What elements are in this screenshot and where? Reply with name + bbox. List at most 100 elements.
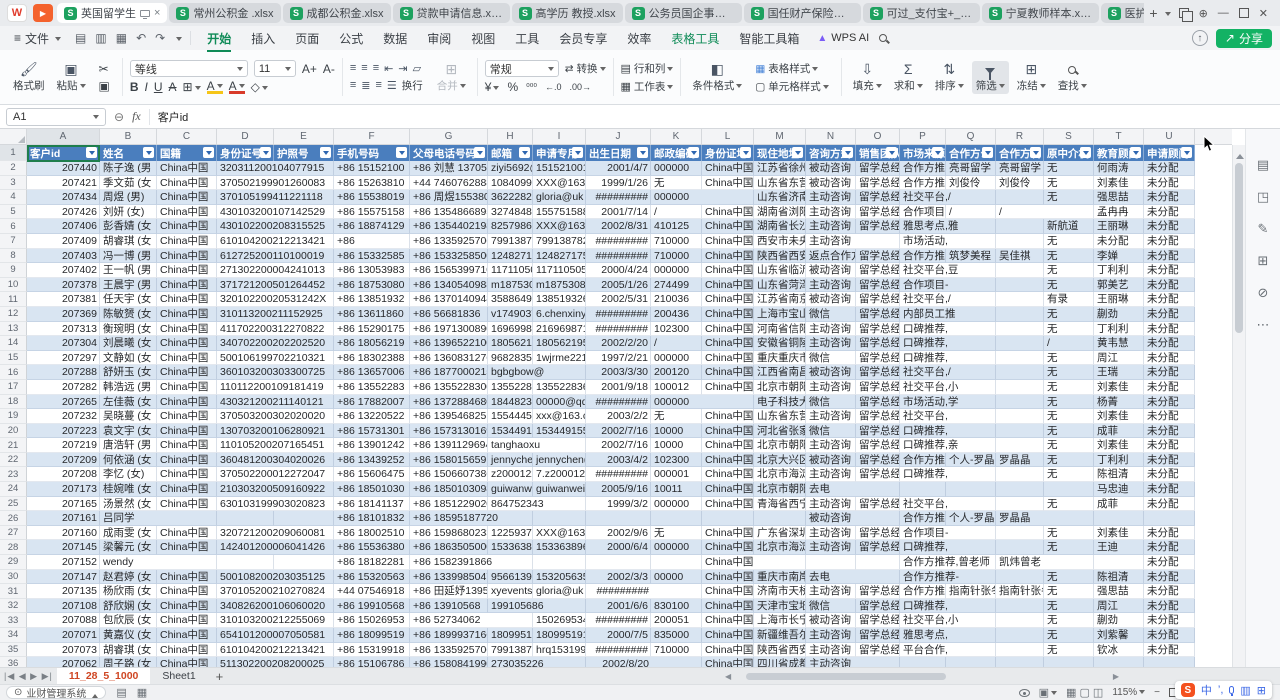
cell[interactable]: China中国 bbox=[157, 336, 217, 351]
cell[interactable]: China中国 bbox=[702, 497, 754, 512]
cell[interactable]: 无 bbox=[1044, 526, 1094, 541]
cell[interactable]: 社交平台, bbox=[900, 409, 946, 424]
cell[interactable] bbox=[856, 234, 900, 249]
filter-dropdown-icon[interactable] bbox=[740, 147, 751, 158]
cell[interactable] bbox=[946, 526, 996, 541]
cell[interactable]: +86 1971300890 bbox=[410, 322, 488, 337]
zoom-out-button[interactable]: − bbox=[1154, 687, 1160, 698]
filter-dropdown-icon[interactable] bbox=[886, 147, 897, 158]
cell[interactable]: China中国 bbox=[157, 278, 217, 293]
add-sheet-button[interactable]: + bbox=[208, 669, 232, 684]
cell[interactable]: 微信 bbox=[806, 307, 856, 322]
cell[interactable]: 无 bbox=[651, 176, 702, 191]
column-header-I[interactable]: I bbox=[533, 129, 586, 144]
cell[interactable]: 刘妍 (女) bbox=[100, 205, 157, 220]
cell[interactable]: China中国 bbox=[157, 613, 217, 628]
cell[interactable]: 无 bbox=[1044, 190, 1094, 205]
cell[interactable]: China中国 bbox=[157, 584, 217, 599]
cell[interactable]: 未分配 bbox=[1144, 555, 1195, 570]
cell[interactable] bbox=[533, 657, 586, 667]
cell[interactable]: 天津市宝坻 bbox=[754, 599, 806, 614]
cell[interactable]: 180562195 bbox=[488, 336, 533, 351]
cell[interactable]: 327484864 bbox=[488, 205, 533, 220]
cell[interactable]: +86 18182281 bbox=[334, 555, 410, 570]
cell[interactable]: 207265 bbox=[27, 395, 100, 410]
cell[interactable]: 北京大兴区 bbox=[754, 453, 806, 468]
cell[interactable]: China中国 bbox=[157, 482, 217, 497]
cell[interactable]: 10000 bbox=[651, 424, 702, 439]
row-number-35[interactable]: 35 bbox=[0, 643, 27, 658]
cell[interactable]: China中国 bbox=[702, 219, 754, 234]
font-color-button[interactable]: A bbox=[229, 81, 245, 94]
filter-dropdown-icon[interactable] bbox=[1080, 147, 1091, 158]
cell[interactable] bbox=[946, 234, 996, 249]
cell[interactable]: 桂婉唯 (女 bbox=[100, 482, 157, 497]
cell[interactable]: +86 13439252 bbox=[334, 453, 410, 468]
cell[interactable]: 黄嘉仪 (女 bbox=[100, 628, 157, 643]
cell[interactable]: 207403 bbox=[27, 249, 100, 264]
cell[interactable]: +44 07546918 bbox=[334, 584, 410, 599]
cell[interactable]: 968283501 bbox=[488, 351, 533, 366]
cell[interactable]: China中国 bbox=[702, 613, 754, 628]
cell[interactable]: China中国 bbox=[157, 176, 217, 191]
cell[interactable]: 180995191 bbox=[488, 628, 533, 643]
cell[interactable]: 口碑推荐, bbox=[900, 336, 946, 351]
column-header-B[interactable]: B bbox=[100, 129, 157, 144]
row-number-5[interactable]: 5 bbox=[0, 205, 27, 220]
column-header-K[interactable]: K bbox=[651, 129, 702, 144]
cell[interactable]: 刘素佳 bbox=[1094, 526, 1144, 541]
row-number-23[interactable]: 23 bbox=[0, 467, 27, 482]
cell[interactable]: China中国 bbox=[702, 628, 754, 643]
globe-icon[interactable]: ⊕ bbox=[1199, 7, 1208, 20]
cell[interactable]: xxx@163.c bbox=[533, 409, 586, 424]
cell[interactable] bbox=[1044, 657, 1094, 667]
filter-dropdown-icon[interactable] bbox=[572, 147, 583, 158]
cell[interactable]: 2002/7/16 bbox=[586, 438, 651, 453]
cell[interactable]: +86 1395468251 bbox=[410, 409, 488, 424]
cell[interactable] bbox=[996, 424, 1044, 439]
cell[interactable]: 169699871 bbox=[488, 322, 533, 337]
cell[interactable]: 社交平台,小 bbox=[900, 613, 946, 628]
cell[interactable] bbox=[274, 613, 334, 628]
scroll-right-icon[interactable]: ▶ bbox=[1110, 672, 1122, 681]
cell[interactable]: ######### bbox=[586, 307, 651, 322]
cell[interactable]: +86 18302388 bbox=[334, 351, 410, 366]
header-cell[interactable]: 邮政编码 bbox=[651, 145, 702, 161]
cell[interactable] bbox=[586, 511, 651, 526]
cell[interactable] bbox=[946, 351, 996, 366]
filter-dropdown-icon[interactable] bbox=[474, 147, 485, 158]
align-right-icon[interactable]: ≡ bbox=[376, 79, 381, 91]
column-header-H[interactable]: H bbox=[488, 129, 533, 144]
row-number-30[interactable]: 30 bbox=[0, 570, 27, 585]
header-cell[interactable]: 护照号 bbox=[274, 145, 334, 161]
wps-ai-button[interactable]: ▲WPS AI bbox=[817, 32, 869, 44]
cell[interactable]: China中国 bbox=[157, 438, 217, 453]
cell[interactable]: 956613934 bbox=[488, 570, 533, 585]
cell[interactable]: 无 bbox=[1044, 497, 1094, 512]
cell[interactable]: 153449155 bbox=[533, 424, 586, 439]
cell[interactable]: 207209 bbox=[27, 453, 100, 468]
cell[interactable]: China中国 bbox=[702, 351, 754, 366]
cell[interactable]: 1997/2/21 bbox=[586, 351, 651, 366]
header-cell[interactable]: 申请专用 bbox=[533, 145, 586, 161]
cell[interactable]: 370502200012272047 bbox=[217, 467, 274, 482]
cell[interactable]: 2003/3/30 bbox=[586, 365, 651, 380]
cell[interactable]: 612725200110100019 bbox=[217, 249, 274, 264]
cell[interactable] bbox=[1144, 657, 1195, 667]
cell[interactable]: 2002/9/6 bbox=[586, 526, 651, 541]
header-cell[interactable]: 父母电话号码 bbox=[410, 145, 488, 161]
filter-dropdown-icon[interactable] bbox=[637, 147, 648, 158]
cell[interactable]: 丁利利 bbox=[1094, 263, 1144, 278]
cell[interactable]: 社交平台,/ bbox=[900, 292, 946, 307]
cell[interactable] bbox=[996, 526, 1044, 541]
cell[interactable]: 135522836 bbox=[533, 380, 586, 395]
cell[interactable]: 未分配 bbox=[1144, 161, 1195, 176]
freeze-button[interactable]: ⊞冻结 bbox=[1013, 61, 1050, 94]
cell[interactable]: 430102200208315525 bbox=[217, 219, 274, 234]
horizontal-scrollbar[interactable]: ◀ ▶ bbox=[722, 671, 1122, 682]
borders-button[interactable]: ⊞ bbox=[183, 80, 201, 94]
cell[interactable]: 2002/8/31 bbox=[586, 219, 651, 234]
cell[interactable]: China中国 bbox=[157, 628, 217, 643]
share-button[interactable]: ↗分享 bbox=[1216, 29, 1272, 48]
cell[interactable]: 江苏省南京 bbox=[754, 292, 806, 307]
